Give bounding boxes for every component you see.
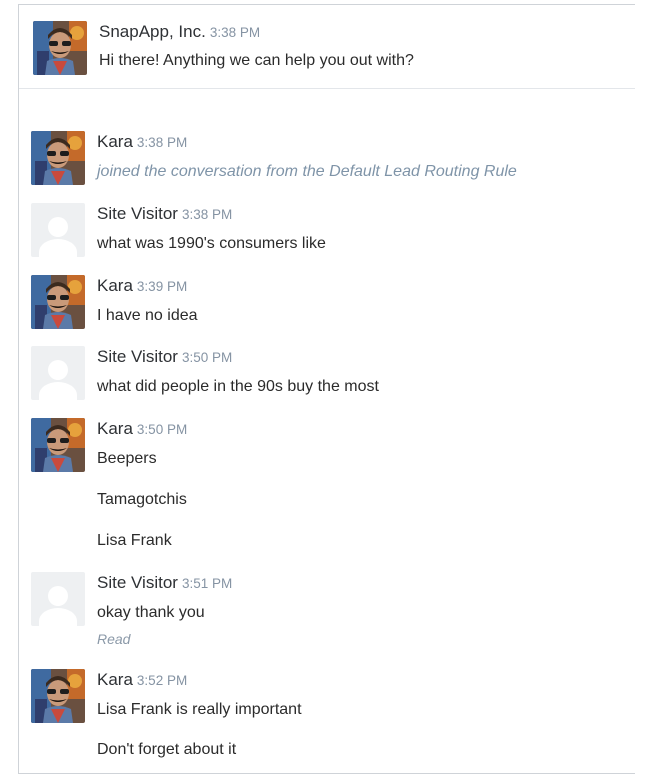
timestamp: 3:38 PM	[136, 135, 188, 150]
message-text: Beepers	[97, 450, 157, 467]
greeting-header: SnapApp, Inc. 3:38 PM	[99, 21, 260, 44]
sender-name: Site Visitor	[97, 347, 178, 366]
visitor-avatar-icon	[31, 203, 85, 257]
sender-name: SnapApp, Inc.	[99, 22, 206, 41]
timestamp: 3:38 PM	[209, 25, 261, 40]
message-text: what did people in the 90s buy the most	[97, 378, 379, 395]
sender-name: Site Visitor	[97, 573, 178, 592]
sender-name: Kara	[97, 132, 133, 151]
chat-transcript: SnapApp, Inc. 3:38 PM Hi there! Anything …	[18, 4, 635, 774]
sender-name: Site Visitor	[97, 204, 178, 223]
timestamp: 3:52 PM	[136, 673, 188, 688]
agent-avatar	[31, 418, 85, 472]
agent-avatar	[31, 131, 85, 185]
timestamp: 3:50 PM	[181, 350, 233, 365]
message-header: Site Visitor 3:38 PM	[97, 203, 232, 226]
company-avatar	[33, 21, 87, 75]
message-text: okay thank you	[97, 604, 205, 621]
message-header: Site Visitor 3:51 PM	[97, 572, 232, 595]
read-receipt: Read	[97, 631, 131, 647]
message-text: Lisa Frank is really important	[97, 701, 302, 718]
message-text: Tamagotchis	[97, 491, 187, 508]
visitor-avatar-icon	[31, 346, 85, 400]
message-text: Hi there! Anything we can help you out w…	[99, 52, 414, 69]
sender-name: Kara	[97, 419, 133, 438]
message-header: Site Visitor 3:50 PM	[97, 346, 232, 369]
message-header: Kara 3:50 PM	[97, 418, 187, 441]
timestamp: 3:39 PM	[136, 279, 188, 294]
message-text: I have no idea	[97, 307, 198, 324]
timestamp: 3:51 PM	[181, 576, 233, 591]
message-text: Don't forget about it	[97, 741, 237, 758]
system-message-text: joined the conversation from the Default…	[97, 163, 517, 180]
message-header: Kara 3:52 PM	[97, 669, 187, 692]
message-header: Kara 3:38 PM	[97, 131, 187, 154]
timestamp: 3:38 PM	[181, 207, 233, 222]
sender-name: Kara	[97, 670, 133, 689]
agent-avatar	[31, 669, 85, 723]
message-text: what was 1990's consumers like	[97, 235, 326, 252]
agent-avatar	[31, 275, 85, 329]
sender-name: Kara	[97, 276, 133, 295]
greeting-message: SnapApp, Inc. 3:38 PM Hi there! Anything …	[19, 5, 635, 89]
message-header: Kara 3:39 PM	[97, 275, 187, 298]
timestamp: 3:50 PM	[136, 422, 188, 437]
message-text: Lisa Frank	[97, 532, 172, 549]
visitor-avatar-icon	[31, 572, 85, 626]
